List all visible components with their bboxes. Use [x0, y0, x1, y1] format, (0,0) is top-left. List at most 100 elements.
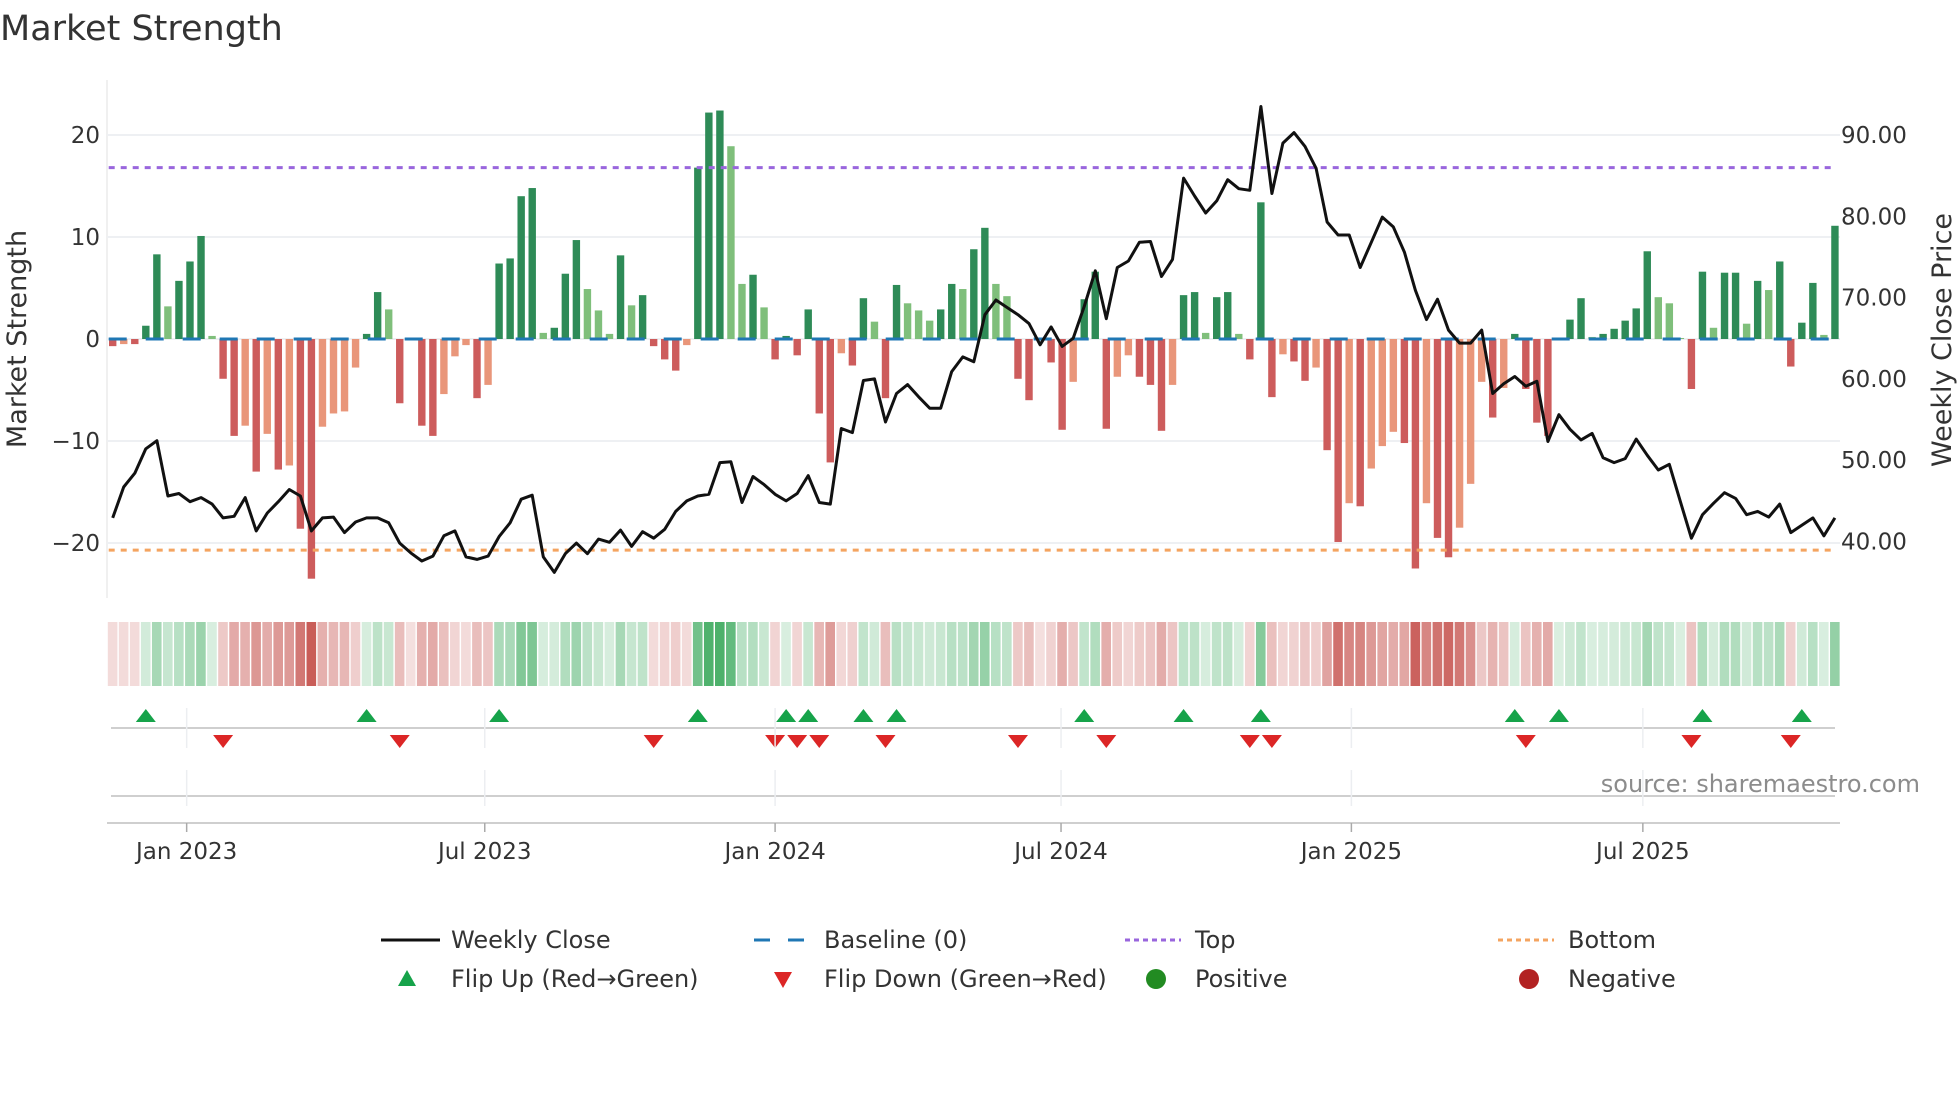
- y2-tick-label: 80.00: [1841, 204, 1907, 230]
- strength-bar: [1720, 272, 1729, 339]
- strength-bar: [1257, 202, 1265, 339]
- strength-bar: [1411, 339, 1420, 569]
- strength-bar: [959, 289, 967, 339]
- heat-cell: [626, 622, 637, 686]
- heat-cell: [1675, 622, 1686, 686]
- strength-bar: [373, 292, 382, 339]
- legend-label: Positive: [1195, 965, 1288, 993]
- heat-cell: [615, 622, 626, 686]
- heat-cell: [1476, 622, 1487, 686]
- x-tick-label: Jul 2025: [1594, 839, 1690, 865]
- strength-bar: [1698, 271, 1707, 339]
- strength-bar: [1831, 225, 1839, 339]
- circle-icon: [1146, 969, 1166, 989]
- flip-up-marker: [1791, 709, 1812, 722]
- strength-bar: [804, 309, 812, 339]
- strength-bar: [1246, 339, 1254, 360]
- legend-item: Weekly Close: [381, 926, 611, 954]
- heat-cell: [1024, 622, 1034, 686]
- heat-cell: [979, 622, 990, 686]
- heat-cell: [1520, 622, 1531, 686]
- legend-item: Positive: [1146, 965, 1288, 993]
- strength-bar: [142, 325, 150, 339]
- strength-bar: [462, 339, 470, 346]
- strength-bar: [1742, 323, 1751, 339]
- strength-bar: [694, 167, 702, 339]
- strength-bar: [208, 335, 216, 339]
- strength-bar: [881, 339, 890, 399]
- flip-down-marker: [643, 735, 664, 748]
- strength-bar: [1157, 339, 1166, 431]
- heat-cell: [494, 622, 504, 686]
- strength-bar: [738, 283, 746, 339]
- heat-cell: [1498, 622, 1509, 686]
- y2-tick-label: 70.00: [1841, 286, 1907, 312]
- legend-item: Negative: [1519, 965, 1676, 993]
- heat-cell: [968, 622, 979, 686]
- strength-bar: [1146, 339, 1155, 385]
- heat-cell: [439, 622, 449, 686]
- flip-down-marker: [1239, 735, 1260, 748]
- strength-bar: [1809, 282, 1817, 339]
- x-tick-label: Jan 2025: [1299, 839, 1402, 865]
- heat-cell: [1278, 622, 1288, 686]
- heat-cell: [1631, 622, 1641, 686]
- strength-bar: [274, 339, 282, 470]
- heat-cell: [935, 622, 946, 686]
- strength-bar: [826, 339, 834, 463]
- heat-cell: [1366, 622, 1376, 686]
- chart-title: Market Strength: [0, 9, 283, 49]
- flip-up-marker: [1074, 709, 1095, 722]
- heat-cell: [803, 622, 813, 686]
- strength-bar: [837, 339, 846, 354]
- market-strength-chart: Market Strength Market Strength Weekly C…: [0, 9, 1958, 993]
- flip-down-marker: [1096, 735, 1117, 748]
- heat-cell: [240, 622, 250, 686]
- heat-cell: [229, 622, 239, 686]
- heat-cell: [1002, 622, 1012, 686]
- strength-bar: [340, 339, 349, 412]
- heat-cell: [1267, 622, 1277, 686]
- y-tick-label: −10: [51, 429, 100, 455]
- heat-cell: [1653, 622, 1663, 686]
- strength-bar: [1014, 339, 1022, 379]
- heat-cell: [174, 622, 184, 686]
- strength-bar: [937, 309, 945, 339]
- heat-cell: [1807, 622, 1818, 686]
- heat-cell: [140, 622, 151, 686]
- y2-tick-label: 90.00: [1841, 123, 1907, 149]
- heat-cell: [1598, 622, 1608, 686]
- x-axis: Jan 2023 Jul 2023 Jan 2024 Jul 2024 Jan 2025…: [107, 708, 1840, 865]
- strength-bar: [1213, 297, 1221, 339]
- legend-label: Flip Down (Green→Red): [824, 965, 1107, 993]
- legend-label: Flip Up (Red→Green): [451, 965, 699, 993]
- strength-bar: [1654, 297, 1662, 339]
- heat-cell: [273, 622, 283, 686]
- strength-bar: [351, 339, 360, 368]
- heat-cell: [1289, 622, 1299, 686]
- heat-cell: [991, 622, 1001, 686]
- strength-bar: [672, 339, 680, 371]
- strength-bar: [329, 339, 338, 414]
- heat-cell: [361, 622, 372, 686]
- flip-down-marker: [1007, 735, 1028, 748]
- heat-cell: [450, 622, 460, 686]
- heat-cell: [1244, 622, 1255, 686]
- heat-cell: [1134, 622, 1145, 686]
- heat-cell: [483, 622, 493, 686]
- strength-bar: [1179, 295, 1188, 339]
- flip-down-marker: [1261, 735, 1282, 748]
- strength-bar: [848, 339, 857, 366]
- heat-cell: [1377, 622, 1387, 686]
- strength-bars: [109, 110, 1839, 579]
- strength-bar: [1268, 339, 1276, 398]
- strength-bar: [175, 280, 183, 339]
- heat-cell: [1057, 622, 1067, 686]
- heat-cell: [527, 622, 537, 686]
- heat-cell: [461, 622, 471, 686]
- strength-bar: [307, 339, 316, 579]
- heat-cell: [1609, 622, 1619, 686]
- strength-bar: [1389, 339, 1398, 432]
- strength-bar: [440, 339, 448, 395]
- heat-cell: [1178, 622, 1189, 686]
